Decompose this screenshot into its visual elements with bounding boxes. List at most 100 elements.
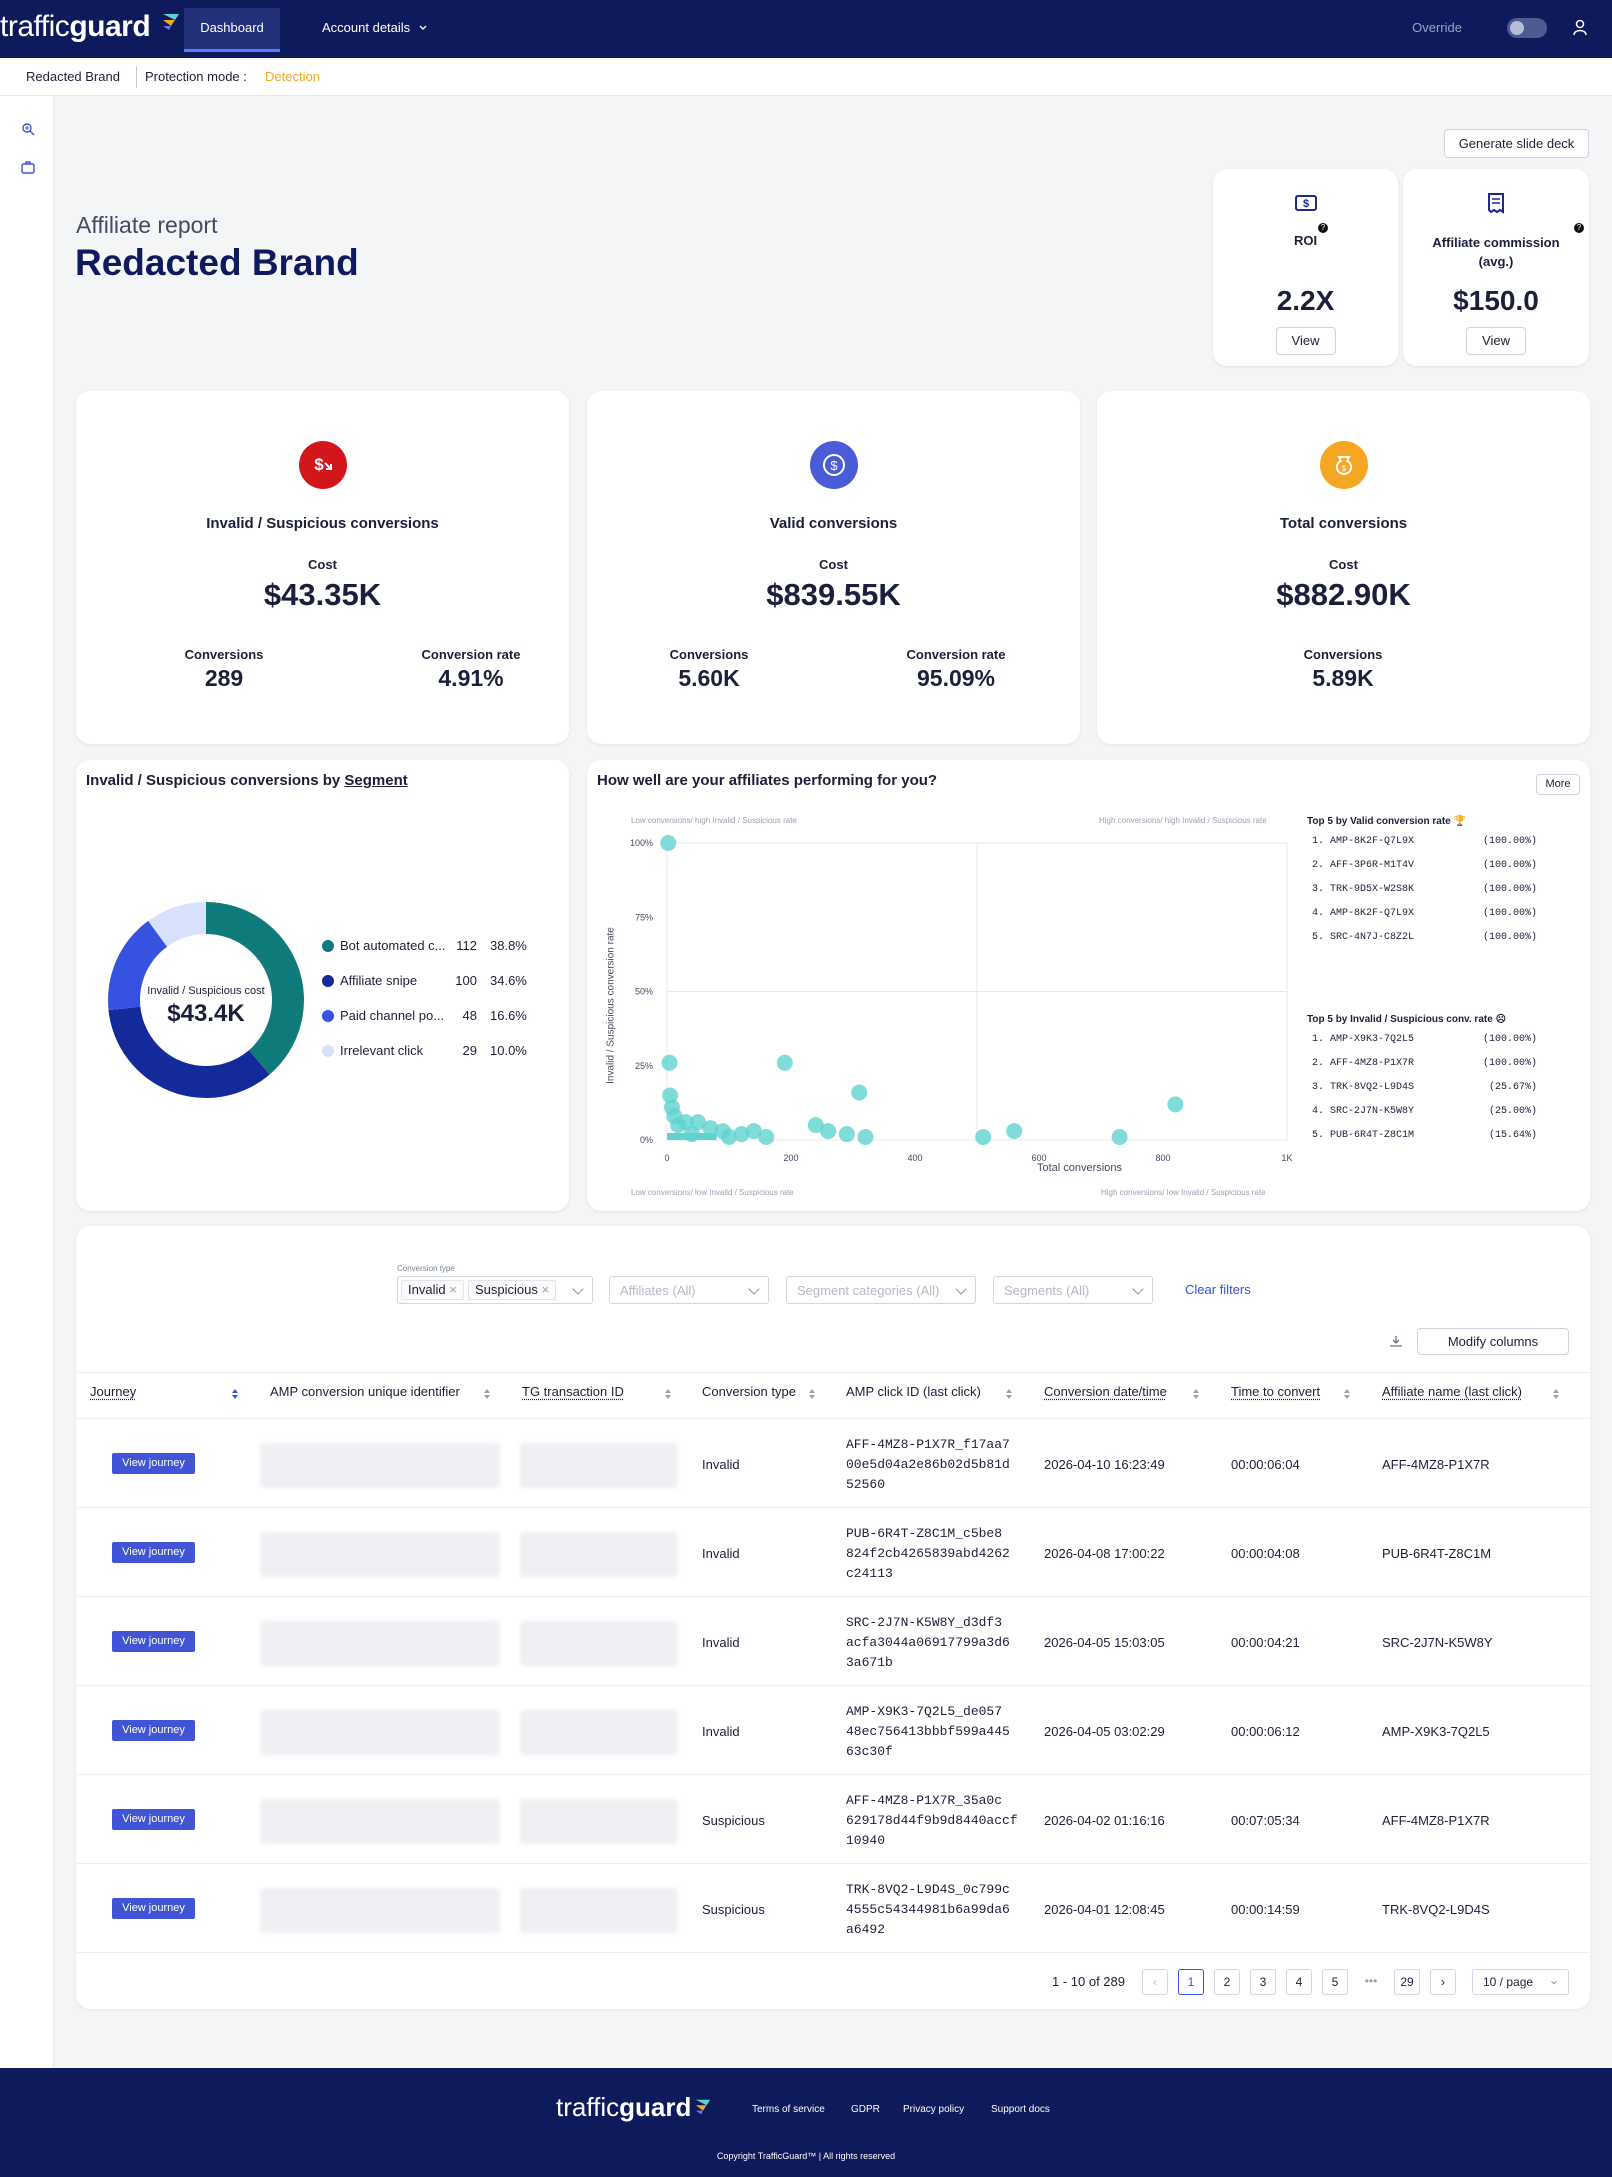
- scatter-point[interactable]: [975, 1129, 992, 1146]
- top-invalid-item[interactable]: 5. PUB-6R4T-Z8C1M (15.64%): [1307, 1130, 1537, 1146]
- footer-link-privacy[interactable]: Privacy policy: [903, 2104, 964, 2115]
- table-row[interactable]: View journey Invalid SRC-2J7N-K5W8Y_d3df…: [76, 1596, 1590, 1685]
- page-3[interactable]: 3: [1250, 1969, 1276, 1995]
- scatter-point[interactable]: [820, 1123, 837, 1140]
- scatter-point[interactable]: [683, 1126, 700, 1143]
- tab-dashboard[interactable]: Dashboard: [184, 8, 280, 52]
- top-valid-item[interactable]: 5. SRC-4N7J-C8Z2L (100.00%): [1307, 932, 1537, 948]
- view-journey-button[interactable]: View journey: [112, 1542, 195, 1563]
- footer-link-support[interactable]: Support docs: [991, 2104, 1050, 2115]
- legend-item[interactable]: Bot automated c... 112 38.8%: [322, 936, 552, 956]
- affiliates-select[interactable]: Affiliates (All): [609, 1276, 769, 1304]
- top-invalid-item[interactable]: 4. SRC-2J7N-K5W8Y (25.00%): [1307, 1106, 1537, 1122]
- col-time-to-convert[interactable]: Time to convert: [1231, 1384, 1320, 1399]
- help-icon[interactable]: ?: [1574, 223, 1584, 233]
- kpi-view-button[interactable]: View: [1466, 327, 1526, 355]
- table-row[interactable]: View journey Suspicious TRK-8VQ2-L9D4S_0…: [76, 1863, 1590, 1952]
- conversion-type-select[interactable]: Invalid × Suspicious ×: [397, 1276, 593, 1304]
- col-amp-conversion-id[interactable]: AMP conversion unique identifier: [270, 1384, 460, 1399]
- page-2[interactable]: 2: [1214, 1969, 1240, 1995]
- table-row[interactable]: View journey Suspicious AFF-4MZ8-P1X7R_3…: [76, 1774, 1590, 1863]
- footer-link-terms[interactable]: Terms of service: [752, 2104, 825, 2115]
- download-icon[interactable]: [1389, 1334, 1403, 1348]
- scatter-point[interactable]: [758, 1129, 775, 1146]
- sort-icon[interactable]: [484, 1389, 490, 1399]
- view-journey-button[interactable]: View journey: [112, 1809, 195, 1830]
- col-tg-transaction-id[interactable]: TG transaction ID: [522, 1384, 624, 1399]
- sort-icon[interactable]: [232, 1389, 238, 1399]
- footer-logo[interactable]: trafficguard: [556, 2092, 712, 2123]
- page-4[interactable]: 4: [1286, 1969, 1312, 1995]
- trafficguard-logo[interactable]: trafficguard: [0, 10, 181, 44]
- scatter-point[interactable]: [1167, 1096, 1184, 1113]
- table-row[interactable]: View journey Invalid PUB-6R4T-Z8C1M_c5be…: [76, 1507, 1590, 1596]
- sort-icon[interactable]: [1344, 1389, 1350, 1399]
- protection-mode-value[interactable]: Detection: [265, 69, 320, 84]
- sort-icon[interactable]: [1193, 1389, 1199, 1399]
- scatter-point[interactable]: [1111, 1129, 1128, 1146]
- view-journey-button[interactable]: View journey: [112, 1631, 195, 1652]
- affiliate-name: AMP-X9K3-7Q2L5: [1382, 1724, 1490, 1739]
- clear-filters-link[interactable]: Clear filters: [1185, 1282, 1251, 1297]
- pagination-ellipsis[interactable]: •••: [1358, 1969, 1384, 1995]
- top-invalid-item[interactable]: 3. TRK-8VQ2-L9D4S (25.67%): [1307, 1082, 1537, 1098]
- scatter-point[interactable]: [661, 1054, 678, 1071]
- legend-item[interactable]: Affiliate snipe 100 34.6%: [322, 971, 552, 991]
- user-icon[interactable]: [1572, 18, 1588, 38]
- generate-slide-deck-button[interactable]: Generate slide deck: [1444, 129, 1589, 158]
- sort-icon[interactable]: [1006, 1389, 1012, 1399]
- scatter-point[interactable]: [776, 1054, 793, 1071]
- top-valid-item[interactable]: 4. AMP-8K2F-Q7L9X (100.00%): [1307, 908, 1537, 924]
- top-valid-item[interactable]: 2. AFF-3P6R-M1T4V (100.00%): [1307, 860, 1537, 876]
- view-journey-button[interactable]: View journey: [112, 1720, 195, 1741]
- col-conversion-datetime[interactable]: Conversion date/time: [1044, 1384, 1167, 1399]
- top-valid-item[interactable]: 1. AMP-8K2F-Q7L9X (100.00%): [1307, 836, 1537, 852]
- next-page-button[interactable]: ›: [1430, 1969, 1456, 1995]
- prev-page-button[interactable]: ‹: [1142, 1969, 1168, 1995]
- top-invalid-item[interactable]: 2. AFF-4MZ8-P1X7R (100.00%): [1307, 1058, 1537, 1074]
- top-valid-item[interactable]: 3. TRK-9D5X-W2S8K (100.00%): [1307, 884, 1537, 900]
- briefcase-icon[interactable]: [20, 159, 36, 175]
- close-icon[interactable]: ×: [542, 1282, 550, 1297]
- page-1[interactable]: 1: [1178, 1969, 1204, 1995]
- legend-count: 48: [462, 1008, 477, 1023]
- scatter-point[interactable]: [721, 1129, 737, 1146]
- search-zoom-icon[interactable]: [20, 121, 36, 137]
- more-button[interactable]: More: [1536, 774, 1580, 795]
- scatter-point[interactable]: [851, 1084, 868, 1101]
- scatter-point[interactable]: [838, 1126, 855, 1143]
- page-5[interactable]: 5: [1322, 1969, 1348, 1995]
- affiliate-id: 3. TRK-9D5X-W2S8K: [1312, 884, 1415, 895]
- col-conversion-type[interactable]: Conversion type: [702, 1384, 796, 1399]
- sort-icon[interactable]: [665, 1389, 671, 1399]
- col-amp-click-id[interactable]: AMP click ID (last click): [846, 1384, 981, 1399]
- page-last[interactable]: 29: [1394, 1969, 1420, 1995]
- sort-icon[interactable]: [809, 1389, 815, 1399]
- page-size-select[interactable]: 10 / page: [1472, 1969, 1569, 1995]
- table-row[interactable]: View journey Invalid AFF-4MZ8-P1X7R_f17a…: [76, 1418, 1590, 1507]
- kpi-view-button[interactable]: View: [1275, 327, 1336, 355]
- segments-select[interactable]: Segments (All): [993, 1276, 1153, 1304]
- help-icon[interactable]: ?: [1318, 223, 1328, 233]
- legend-item[interactable]: Irrelevant click 29 10.0%: [322, 1041, 552, 1061]
- footer-link-gdpr[interactable]: GDPR: [851, 2104, 880, 2115]
- table-row[interactable]: View journey Invalid AMP-X9K3-7Q2L5_de05…: [76, 1685, 1590, 1774]
- modify-columns-button[interactable]: Modify columns: [1417, 1328, 1569, 1355]
- click-id-line: AFF-4MZ8-P1X7R_35a0c: [846, 1793, 1003, 1808]
- col-journey[interactable]: Journey: [90, 1384, 136, 1399]
- col-affiliate-name[interactable]: Affiliate name (last click): [1382, 1384, 1522, 1399]
- scatter-point[interactable]: [1006, 1123, 1023, 1140]
- tab-account-details[interactable]: Account details: [306, 8, 444, 52]
- legend-item[interactable]: Paid channel po... 48 16.6%: [322, 1006, 552, 1026]
- close-icon[interactable]: ×: [449, 1282, 457, 1297]
- segment-categories-select[interactable]: Segment categories (All): [786, 1276, 976, 1304]
- scatter-point[interactable]: [660, 835, 677, 851]
- sort-icon[interactable]: [1553, 1389, 1559, 1399]
- segment-title-link[interactable]: Segment: [344, 772, 407, 789]
- scatter-point[interactable]: [857, 1129, 874, 1146]
- view-journey-button[interactable]: View journey: [112, 1453, 195, 1474]
- top-invalid-item[interactable]: 1. AMP-X9K3-7Q2L5 (100.00%): [1307, 1034, 1537, 1050]
- override-toggle[interactable]: [1507, 18, 1547, 38]
- view-journey-button[interactable]: View journey: [112, 1898, 195, 1919]
- click-id: TRK-8VQ2-L9D4S_0c799c 4555c54344981b6a99d…: [846, 1880, 1010, 1940]
